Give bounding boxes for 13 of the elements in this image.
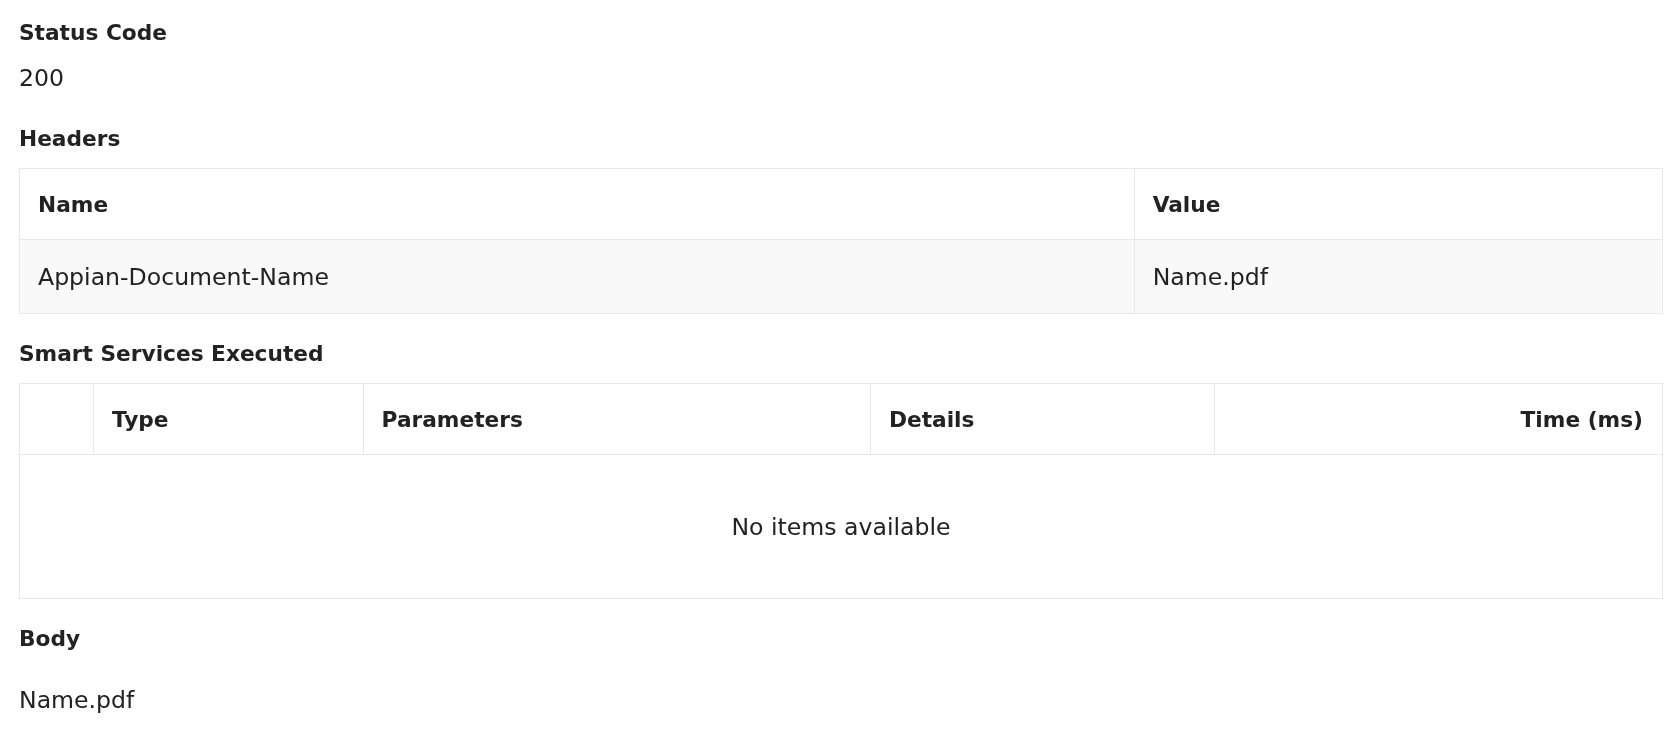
section-value: Name.pdf <box>19 685 136 715</box>
section-label: Body <box>19 625 82 653</box>
section-label: Headers <box>19 125 122 153</box>
column-header: Type <box>93 384 364 455</box>
table-cell: Appian-Document-Name <box>20 240 1135 313</box>
table-cell: Name.pdf <box>1134 240 1662 313</box>
section-value: 200 <box>19 63 66 93</box>
column-header: Details <box>870 384 1215 455</box>
empty-message: No items available <box>731 511 951 542</box>
section-label: Status Code <box>19 19 168 47</box>
column-header: Parameters <box>363 384 871 455</box>
column-header: Name <box>20 169 1135 240</box>
section-label: Smart Services Executed <box>19 340 325 368</box>
